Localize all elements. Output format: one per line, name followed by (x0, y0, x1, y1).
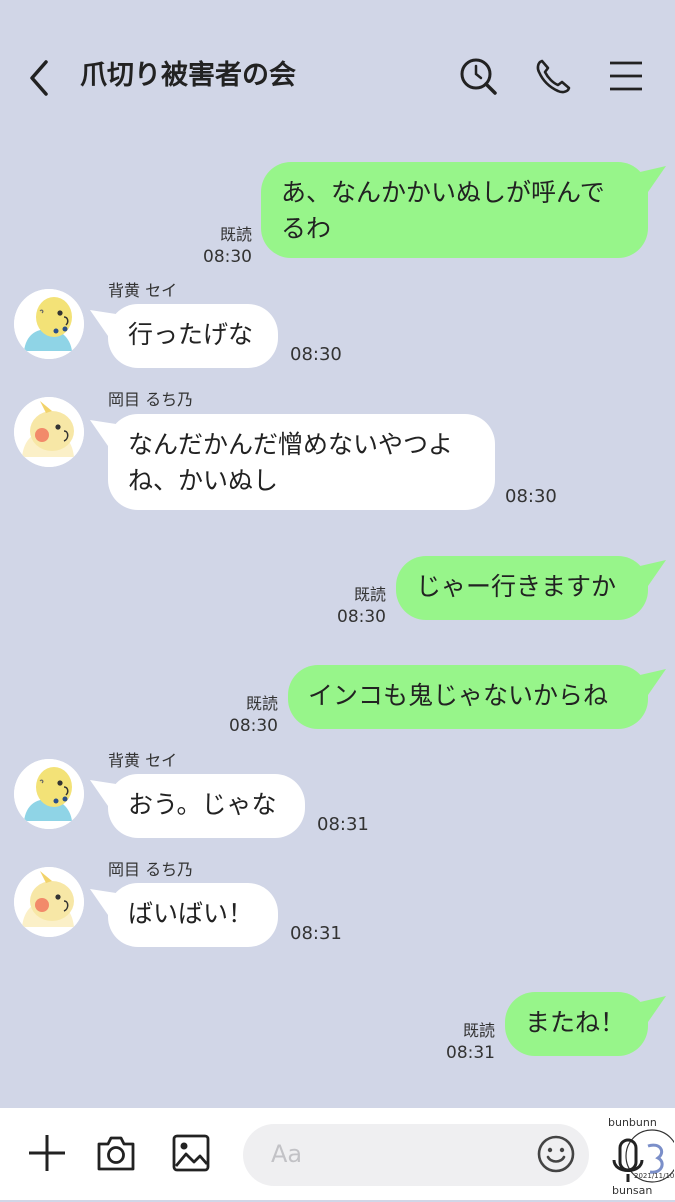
message-time: 08:31 (446, 1043, 495, 1063)
message-meta: 既読 08:30 (186, 224, 252, 268)
watermark-text-top: bunbunn (608, 1116, 657, 1129)
bubble-tail (640, 560, 666, 586)
read-receipt: 既読 (245, 694, 278, 713)
camera-icon[interactable] (95, 1132, 137, 1174)
message-text-line: ね、かいぬし (128, 466, 279, 495)
microphone-icon[interactable]: bunbunn bunsan 2021/11/10 (604, 1112, 675, 1198)
message-bubble[interactable]: あ、なんかかいぬしが呼んで るわ (261, 162, 648, 258)
message-text-line: 行ったげな (128, 320, 254, 349)
message-bubble[interactable]: またね！ (505, 992, 648, 1056)
bubble-tail (90, 780, 116, 806)
message-bubble[interactable]: なんだかんだ憎めないやつよ ね、かいぬし (108, 414, 495, 510)
bubble-tail (90, 310, 116, 336)
message-text-line: るわ (281, 214, 332, 243)
bubble-tail (90, 889, 116, 915)
read-receipt: 既読 (353, 585, 386, 604)
image-icon[interactable] (170, 1132, 212, 1174)
message-time: 08:30 (337, 607, 386, 627)
message-meta: 既読 08:30 (212, 693, 278, 737)
message-text-line: おう。じゃな (128, 790, 277, 819)
message-bubble[interactable]: おう。じゃな (108, 774, 305, 838)
sender-name: 岡目 るち乃 (108, 390, 194, 409)
sender-name: 岡目 るち乃 (108, 860, 194, 879)
bubble-tail (640, 669, 666, 695)
bubble-tail (640, 166, 666, 192)
message-time: 08:31 (290, 923, 342, 944)
bubble-tail (90, 420, 116, 446)
message-time: 08:31 (317, 814, 369, 835)
watermark-date: 2021/11/10 (634, 1172, 674, 1180)
budgie-avatar[interactable] (14, 759, 84, 829)
message-meta: 既読 08:31 (429, 1020, 495, 1064)
message-time: 08:30 (505, 486, 557, 507)
sender-name: 背黄 セイ (108, 751, 178, 770)
budgie-avatar[interactable] (14, 289, 84, 359)
message-meta: 既読 08:30 (320, 584, 386, 628)
cockatiel-avatar[interactable] (14, 867, 84, 937)
message-time: 08:30 (290, 344, 342, 365)
message-input-placeholder: Aa (271, 1140, 303, 1168)
bubble-tail (640, 996, 666, 1022)
cockatiel-avatar[interactable] (14, 397, 84, 467)
message-bubble[interactable]: じゃー行きますか (396, 556, 648, 620)
message-text-line: またね！ (525, 1008, 626, 1037)
message-bubble[interactable]: ばいばい！ (108, 883, 278, 947)
message-text-line: なんだかんだ憎めないやつよ (128, 430, 454, 459)
watermark-text-bottom: bunsan (612, 1184, 652, 1197)
read-receipt: 既読 (219, 225, 252, 244)
plus-icon[interactable] (26, 1132, 68, 1174)
chat-timeline[interactable]: あ、なんかかいぬしが呼んで るわ 既読 08:30 背黄 セイ 行ったげな 08… (0, 0, 675, 1108)
message-text-line: あ、なんかかいぬしが呼んで (281, 178, 605, 207)
message-text-line: インコも鬼じゃないからね (308, 681, 609, 710)
message-text-line: じゃー行きますか (416, 572, 617, 601)
message-bubble[interactable]: 行ったげな (108, 304, 278, 368)
read-receipt: 既読 (462, 1021, 495, 1040)
message-time: 08:30 (229, 716, 278, 736)
emoji-icon[interactable] (535, 1133, 577, 1175)
message-bubble[interactable]: インコも鬼じゃないからね (288, 665, 648, 729)
message-text-line: ばいばい！ (128, 899, 254, 928)
sender-name: 背黄 セイ (108, 281, 178, 300)
message-time: 08:30 (203, 247, 252, 267)
